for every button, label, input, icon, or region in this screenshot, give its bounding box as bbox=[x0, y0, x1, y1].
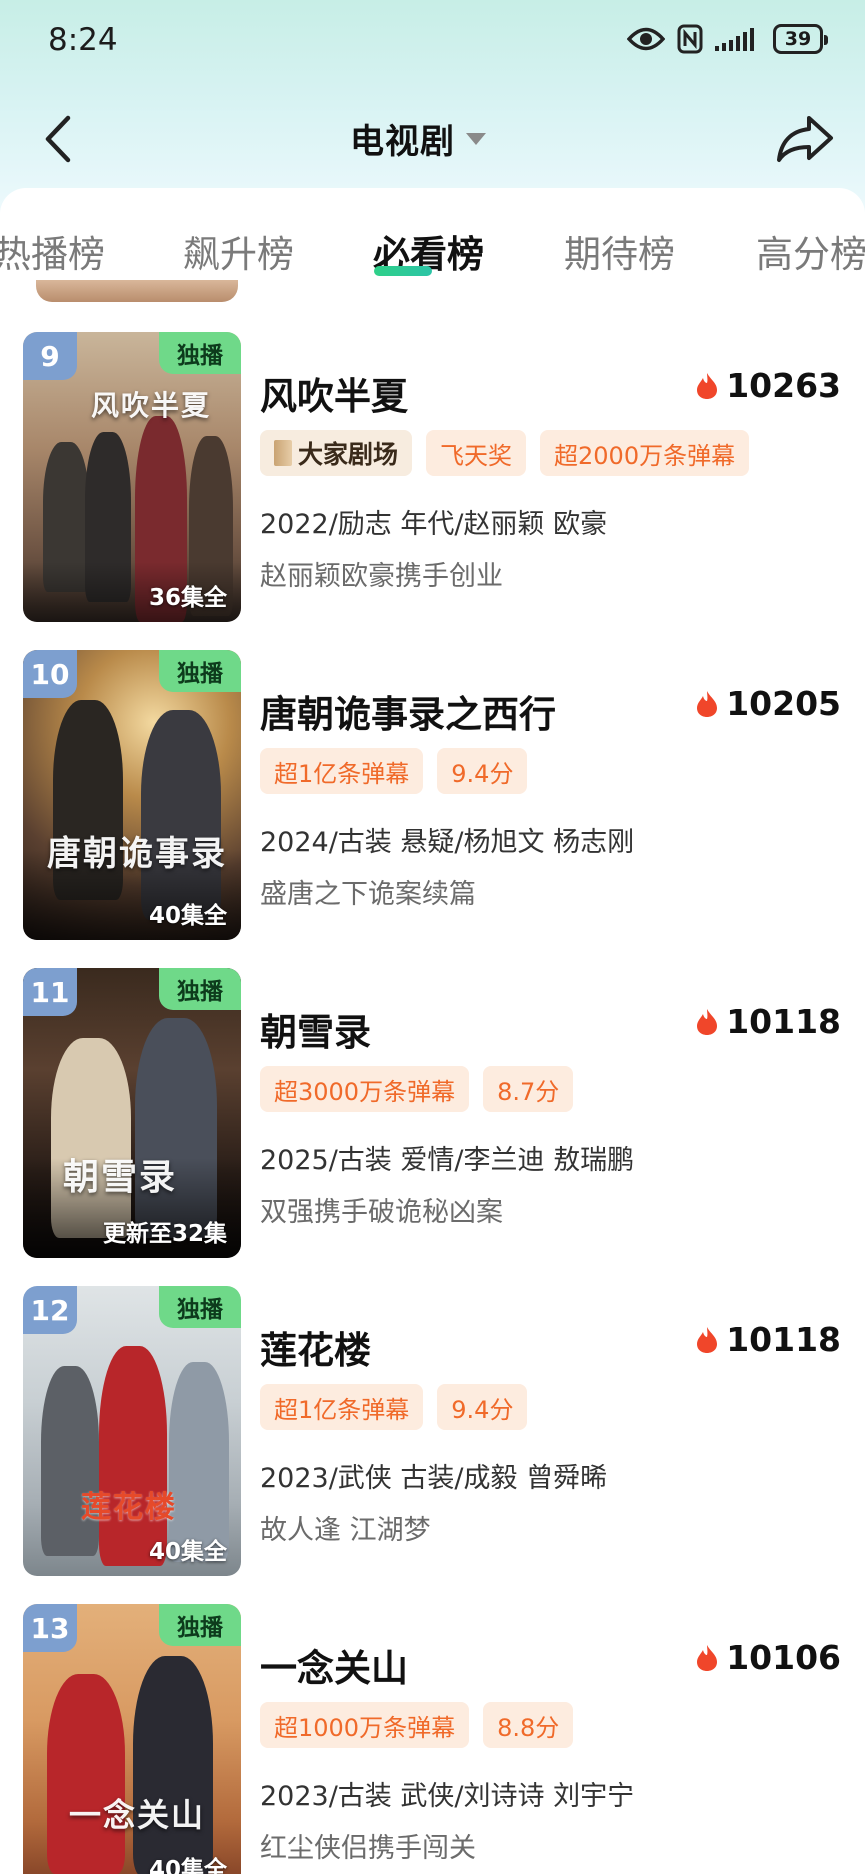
eye-icon bbox=[627, 27, 665, 51]
share-button[interactable] bbox=[775, 112, 835, 166]
list-item[interactable]: 朝雪录 11 独播 更新至32集 朝雪录 10118 超3000万条弹幕 8.7… bbox=[0, 968, 865, 1258]
battery-icon: 39 bbox=[773, 24, 828, 54]
item-title[interactable]: 朝雪录 bbox=[260, 1002, 371, 1056]
ranking-tabs: 热播榜 飙升榜 必看榜 期待榜 高分榜 bbox=[0, 190, 865, 282]
brand-tag[interactable]: 大家剧场 bbox=[260, 430, 413, 476]
flame-icon bbox=[697, 1008, 718, 1035]
tag[interactable]: 9.4分 bbox=[437, 1384, 528, 1430]
rank-badge: 11 bbox=[23, 968, 77, 1016]
tab-anticipated[interactable]: 期待榜 bbox=[564, 224, 675, 278]
episode-count: 40集全 bbox=[148, 1539, 227, 1565]
flame-icon bbox=[697, 1644, 718, 1671]
tag[interactable]: 超3000万条弹幕 bbox=[260, 1066, 470, 1112]
tag-list: 超3000万条弹幕 8.7分 bbox=[260, 1066, 574, 1112]
heat-score: 10106 bbox=[696, 1638, 841, 1677]
item-meta: 2025/古装 爱情/李兰迪 敖瑞鹏 bbox=[260, 1145, 635, 1176]
poster-title: 唐朝诡事录 bbox=[47, 834, 227, 874]
item-title[interactable]: 唐朝诡事录之西行 bbox=[260, 684, 556, 738]
heat-value: 10118 bbox=[726, 1320, 841, 1359]
tag[interactable]: 超1亿条弹幕 bbox=[260, 748, 424, 794]
item-description: 赵丽颖欧豪携手创业 bbox=[260, 561, 503, 592]
page-title: 电视剧 bbox=[350, 122, 455, 162]
status-icons: 39 bbox=[627, 24, 828, 54]
tag-list: 大家剧场 飞天奖 超2000万条弹幕 bbox=[260, 430, 750, 476]
episode-count: 40集全 bbox=[148, 1857, 227, 1874]
status-time: 8:24 bbox=[48, 22, 118, 58]
item-title[interactable]: 一念关山 bbox=[260, 1638, 408, 1692]
episode-count: 36集全 bbox=[148, 585, 227, 611]
rank-badge: 12 bbox=[23, 1286, 77, 1334]
signal-icon bbox=[715, 28, 754, 51]
item-description: 双强携手破诡秘凶案 bbox=[260, 1197, 503, 1228]
heat-score: 10205 bbox=[696, 684, 841, 723]
exclusive-badge: 独播 bbox=[159, 1604, 241, 1646]
list-item[interactable]: 唐朝诡事录 10 独播 40集全 唐朝诡事录之西行 10205 超1亿条弹幕 9… bbox=[0, 650, 865, 940]
item-title[interactable]: 莲花楼 bbox=[260, 1320, 371, 1374]
poster-title: 一念关山 bbox=[69, 1796, 206, 1834]
tag-list: 超1亿条弹幕 9.4分 bbox=[260, 1384, 528, 1430]
exclusive-badge: 独播 bbox=[159, 332, 241, 374]
poster[interactable]: 一念关山 13 独播 40集全 bbox=[23, 1604, 241, 1874]
back-button[interactable] bbox=[38, 114, 78, 164]
item-title[interactable]: 风吹半夏 bbox=[260, 366, 408, 420]
tag-list: 超1000万条弹幕 8.8分 bbox=[260, 1702, 574, 1748]
item-meta: 2024/古装 悬疑/杨旭文 杨志刚 bbox=[260, 827, 635, 858]
heat-value: 10118 bbox=[726, 1002, 841, 1041]
nav-bar: 电视剧 bbox=[0, 98, 865, 178]
tab-high-score[interactable]: 高分榜 bbox=[756, 224, 865, 278]
nfc-icon bbox=[677, 24, 703, 54]
tag[interactable]: 9.4分 bbox=[437, 748, 528, 794]
episode-count: 更新至32集 bbox=[102, 1221, 227, 1247]
status-bar: 8:24 39 bbox=[0, 0, 865, 90]
heat-score: 10118 bbox=[696, 1320, 841, 1359]
battery-level: 39 bbox=[784, 28, 812, 50]
list-item[interactable]: 莲花楼 12 独播 40集全 莲花楼 10118 超1亿条弹幕 9.4分 202… bbox=[0, 1286, 865, 1576]
tag[interactable]: 飞天奖 bbox=[426, 430, 527, 476]
previous-poster-edge bbox=[36, 280, 238, 302]
poster[interactable]: 朝雪录 11 独播 更新至32集 bbox=[23, 968, 241, 1258]
exclusive-badge: 独播 bbox=[159, 968, 241, 1010]
tag[interactable]: 超2000万条弹幕 bbox=[540, 430, 750, 476]
item-description: 盛唐之下诡案续篇 bbox=[260, 879, 476, 910]
triangle-down-icon bbox=[466, 132, 486, 145]
item-meta: 2023/古装 武侠/刘诗诗 刘宇宁 bbox=[260, 1781, 635, 1812]
item-meta: 2023/武侠 古装/成毅 曾舜晞 bbox=[260, 1463, 608, 1494]
tag[interactable]: 超1亿条弹幕 bbox=[260, 1384, 424, 1430]
flame-icon bbox=[697, 690, 718, 717]
exclusive-badge: 独播 bbox=[159, 1286, 241, 1328]
tag[interactable]: 超1000万条弹幕 bbox=[260, 1702, 470, 1748]
poster-title: 风吹半夏 bbox=[91, 389, 212, 422]
heat-value: 10106 bbox=[726, 1638, 841, 1677]
tag-list: 超1亿条弹幕 9.4分 bbox=[260, 748, 528, 794]
poster-title: 莲花楼 bbox=[81, 1490, 177, 1525]
flame-icon bbox=[697, 1326, 718, 1353]
tab-hot[interactable]: 热播榜 bbox=[0, 224, 105, 278]
flame-icon bbox=[697, 372, 718, 399]
category-selector[interactable]: 电视剧 bbox=[350, 114, 487, 163]
rank-badge: 10 bbox=[23, 650, 77, 698]
heat-value: 10205 bbox=[726, 684, 841, 723]
book-icon bbox=[274, 440, 292, 466]
heat-score: 10263 bbox=[696, 366, 841, 405]
brand-tag-label: 大家剧场 bbox=[298, 440, 399, 469]
item-meta: 2022/励志 年代/赵丽颖 欧豪 bbox=[260, 509, 608, 540]
rank-badge: 13 bbox=[23, 1604, 77, 1652]
tag[interactable]: 8.8分 bbox=[483, 1702, 574, 1748]
poster[interactable]: 唐朝诡事录 10 独播 40集全 bbox=[23, 650, 241, 940]
item-description: 红尘侠侣携手闯关 bbox=[260, 1833, 476, 1864]
poster-title: 朝雪录 bbox=[63, 1156, 178, 1198]
list-item[interactable]: 风吹半夏 9 独播 36集全 风吹半夏 10263 大家剧场 飞天奖 超2000… bbox=[0, 332, 865, 622]
exclusive-badge: 独播 bbox=[159, 650, 241, 692]
poster[interactable]: 风吹半夏 9 独播 36集全 bbox=[23, 332, 241, 622]
heat-value: 10263 bbox=[726, 366, 841, 405]
heat-score: 10118 bbox=[696, 1002, 841, 1041]
item-description: 故人逢 江湖梦 bbox=[260, 1515, 431, 1546]
tag[interactable]: 8.7分 bbox=[483, 1066, 574, 1112]
list-item[interactable]: 一念关山 13 独播 40集全 一念关山 10106 超1000万条弹幕 8.8… bbox=[0, 1604, 865, 1874]
rank-badge: 9 bbox=[23, 332, 77, 380]
tab-rising[interactable]: 飙升榜 bbox=[183, 224, 294, 278]
episode-count: 40集全 bbox=[148, 903, 227, 929]
poster[interactable]: 莲花楼 12 独播 40集全 bbox=[23, 1286, 241, 1576]
active-tab-indicator bbox=[374, 266, 432, 276]
